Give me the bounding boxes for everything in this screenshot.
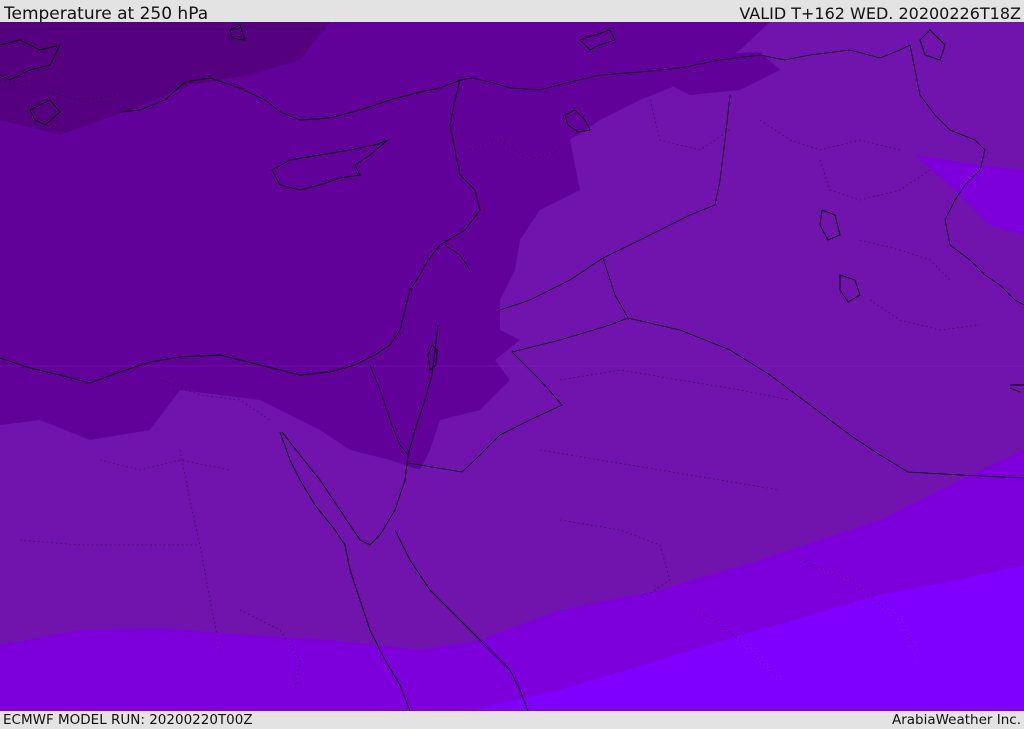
credit-label: ArabiaWeather Inc. — [891, 712, 1021, 728]
temperature-map — [0, 22, 1024, 711]
model-run-label: ECMWF MODEL RUN: 20200220T00Z — [3, 712, 253, 728]
header-bar: Temperature at 250 hPa VALID T+162 WED. … — [0, 0, 1024, 24]
footer-bar: ECMWF MODEL RUN: 20200220T00Z ArabiaWeat… — [0, 711, 1024, 729]
